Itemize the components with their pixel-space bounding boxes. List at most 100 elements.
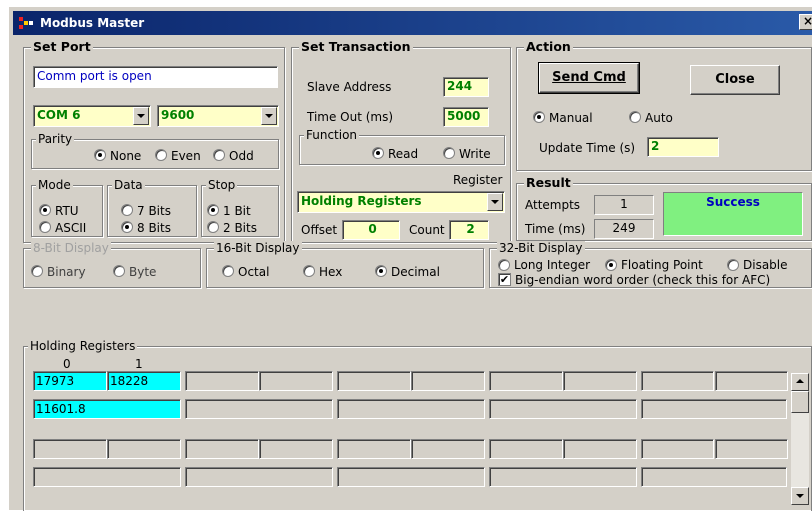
scroll-up-icon[interactable]: [791, 373, 809, 391]
parity-even-radio[interactable]: [155, 149, 167, 161]
timeout-label: Time Out (ms): [307, 110, 394, 124]
hex-label: Hex: [319, 265, 343, 279]
binary-radio[interactable]: [31, 265, 43, 277]
count-input[interactable]: 2: [449, 220, 489, 240]
register-cell[interactable]: [337, 371, 411, 391]
register-cell[interactable]: [185, 467, 333, 487]
timeout-input[interactable]: 5000: [443, 107, 489, 127]
offset-input[interactable]: 0: [342, 220, 400, 240]
chevron-down-icon[interactable]: [133, 107, 149, 125]
byte-radio[interactable]: [113, 265, 125, 277]
stop-2bits-radio[interactable]: [207, 221, 219, 233]
offset-label: Offset: [301, 223, 338, 237]
disable-radio[interactable]: [727, 259, 739, 271]
data-8bits-radio[interactable]: [121, 221, 133, 233]
register-type-value: Holding Registers: [301, 194, 422, 208]
register-cell[interactable]: [185, 439, 259, 459]
parity-label: Parity: [36, 132, 75, 146]
register-cell[interactable]: [411, 371, 485, 391]
title-bar[interactable]: Modbus Master ×: [13, 11, 812, 35]
register-cell[interactable]: [259, 371, 333, 391]
window-title: Modbus Master: [40, 16, 145, 30]
holding-registers-label: Holding Registers: [28, 339, 138, 353]
floating-point-radio[interactable]: [605, 259, 617, 271]
register-cell[interactable]: [411, 439, 485, 459]
chevron-down-icon[interactable]: [261, 107, 277, 125]
long-integer-label: Long Integer: [514, 258, 591, 272]
mode-ascii-radio[interactable]: [39, 221, 51, 233]
mode-rtu-label: RTU: [55, 204, 79, 218]
manual-radio[interactable]: [533, 111, 545, 123]
mode-rtu-radio[interactable]: [39, 204, 51, 216]
stop-2bits-label: 2 Bits: [223, 221, 257, 235]
register-cell[interactable]: [563, 439, 637, 459]
data-7bits-radio[interactable]: [121, 204, 133, 216]
slave-address-input[interactable]: 244: [443, 77, 489, 97]
scroll-thumb[interactable]: [791, 391, 809, 413]
set-transaction-label: Set Transaction: [299, 39, 413, 54]
register-cell[interactable]: [489, 439, 563, 459]
com-port-select[interactable]: COM 6: [33, 105, 151, 127]
close-button[interactable]: Close: [690, 65, 780, 95]
scroll-down-icon[interactable]: [791, 487, 809, 505]
attempts-label: Attempts: [525, 198, 581, 212]
register-cell[interactable]: [185, 371, 259, 391]
register-cell[interactable]: [641, 439, 714, 459]
display-16bit-label: 16-Bit Display: [214, 241, 302, 255]
register-cell[interactable]: [33, 439, 107, 459]
register-cell[interactable]: [185, 399, 333, 419]
register-cell[interactable]: [337, 467, 485, 487]
action-label: Action: [524, 39, 573, 54]
send-cmd-button[interactable]: Send Cmd: [538, 62, 640, 94]
data-8bits-label: 8 Bits: [137, 221, 171, 235]
slave-address-label: Slave Address: [307, 80, 392, 94]
parity-none-radio[interactable]: [94, 149, 106, 161]
update-time-input[interactable]: 2: [647, 137, 719, 157]
register-cell[interactable]: [715, 439, 788, 459]
register-cell[interactable]: [107, 439, 181, 459]
function-read-label: Read: [388, 147, 419, 161]
register-cell[interactable]: [259, 439, 333, 459]
register-cell[interactable]: [33, 467, 181, 487]
octal-radio[interactable]: [222, 265, 234, 277]
register-cell[interactable]: 17973: [33, 371, 107, 391]
update-time-label: Update Time (s): [539, 141, 636, 155]
register-cell[interactable]: [641, 399, 787, 419]
data-bits-label: Data: [112, 178, 145, 192]
octal-label: Octal: [238, 265, 270, 279]
decimal-radio[interactable]: [375, 265, 387, 277]
register-cell[interactable]: [641, 371, 714, 391]
long-integer-radio[interactable]: [498, 259, 510, 271]
vertical-scrollbar[interactable]: [791, 373, 809, 505]
register-cell[interactable]: [489, 371, 563, 391]
register-cell[interactable]: [337, 439, 411, 459]
auto-radio[interactable]: [629, 111, 641, 123]
register-cell[interactable]: [641, 467, 787, 487]
stop-1bit-radio[interactable]: [207, 204, 219, 216]
function-read-radio[interactable]: [372, 147, 384, 159]
baud-rate-select[interactable]: 9600: [157, 105, 279, 127]
register-cell[interactable]: [563, 371, 637, 391]
parity-none-label: None: [110, 149, 142, 163]
register-cell[interactable]: 11601.8: [33, 399, 181, 419]
register-cell[interactable]: [489, 467, 637, 487]
floating-point-label: Floating Point: [621, 258, 703, 272]
register-cell[interactable]: [489, 399, 637, 419]
big-endian-checkbox[interactable]: ✔: [498, 273, 511, 286]
register-type-select[interactable]: Holding Registers: [297, 191, 505, 213]
hex-radio[interactable]: [303, 265, 315, 277]
parity-odd-radio[interactable]: [213, 149, 225, 161]
register-cell[interactable]: [337, 399, 485, 419]
register-cell[interactable]: 18228: [107, 371, 181, 391]
decimal-label: Decimal: [391, 265, 440, 279]
chevron-down-icon[interactable]: [487, 193, 503, 211]
function-write-radio[interactable]: [443, 147, 455, 159]
function-label: Function: [304, 128, 360, 142]
stop-1bit-label: 1 Bit: [223, 204, 251, 218]
app-icon: [19, 15, 35, 31]
display-8bit-label: 8-Bit Display: [31, 241, 111, 255]
close-icon[interactable]: ×: [799, 14, 812, 30]
register-cell[interactable]: [715, 371, 788, 391]
close-label: Close: [715, 72, 755, 87]
disable-label: Disable: [743, 258, 788, 272]
